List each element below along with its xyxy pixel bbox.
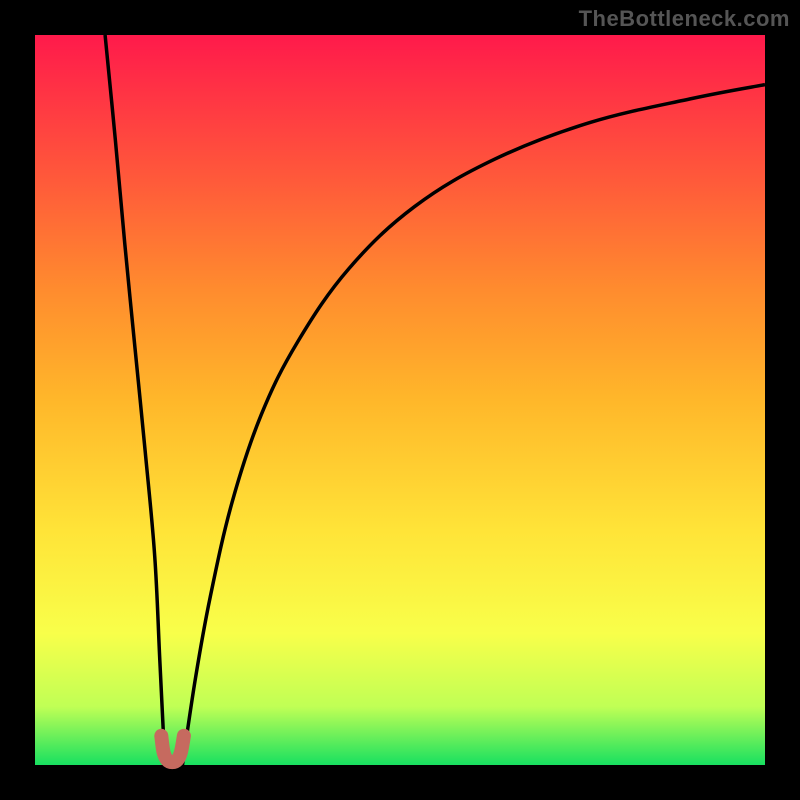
watermark-label: TheBottleneck.com <box>579 6 790 32</box>
bottom-marker-curve <box>161 736 184 762</box>
left-branch-curve <box>105 35 165 765</box>
curves-svg <box>35 35 765 765</box>
right-branch-curve <box>182 85 765 765</box>
outer-frame: TheBottleneck.com <box>0 0 800 800</box>
plot-area <box>35 35 765 765</box>
